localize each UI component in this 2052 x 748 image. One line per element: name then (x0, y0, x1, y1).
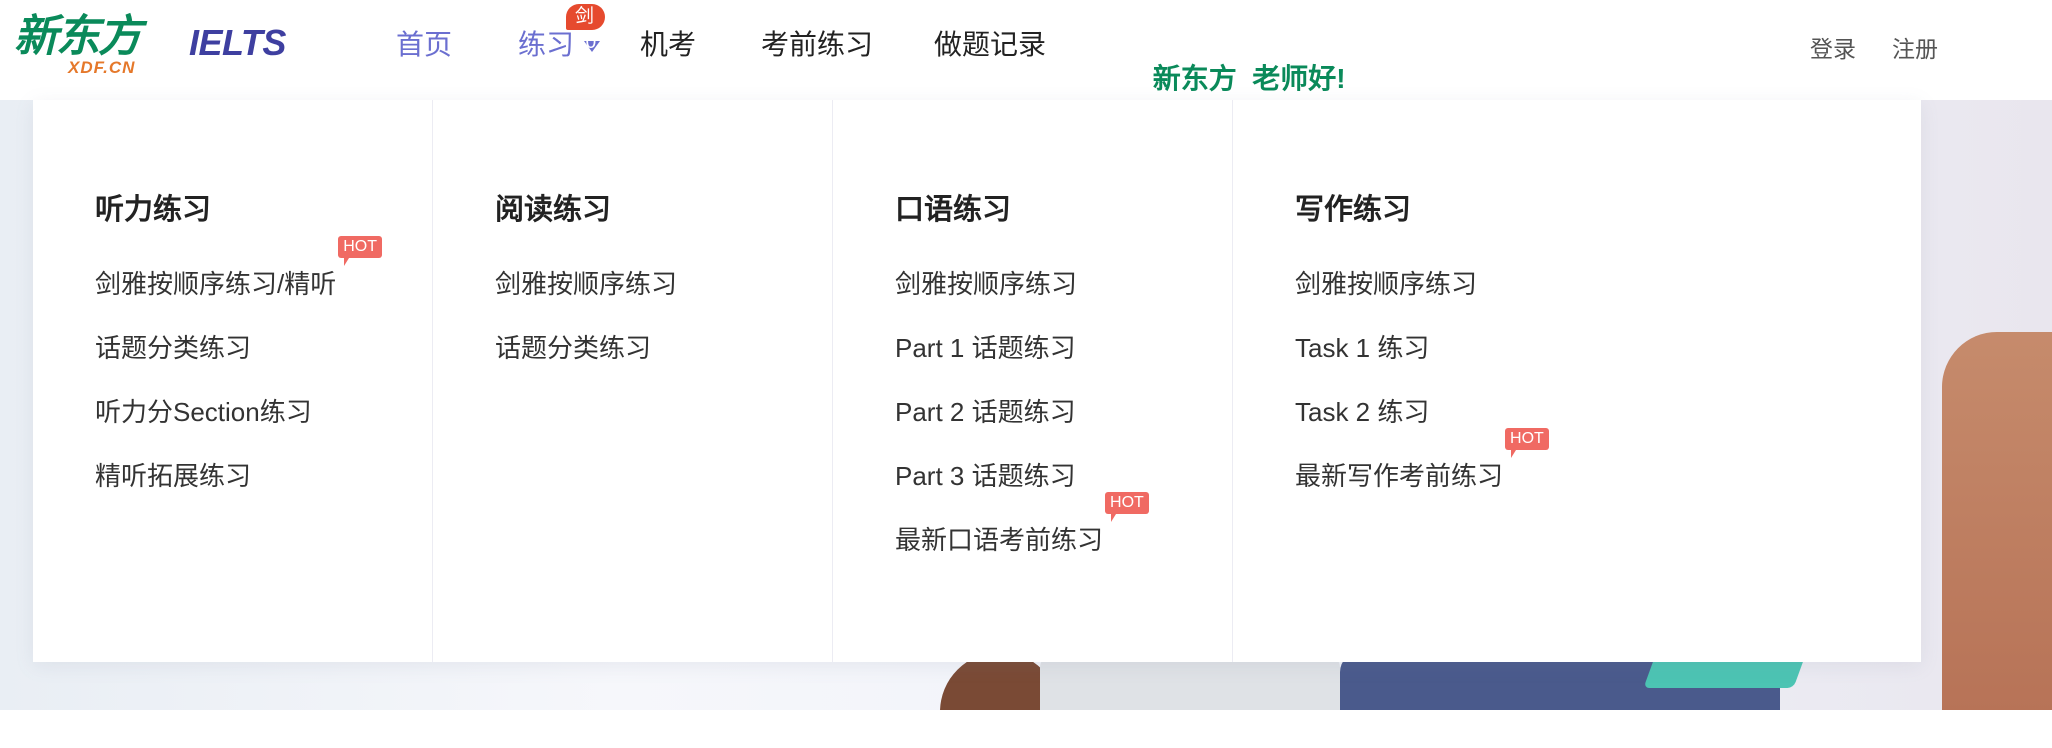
menu-item-label: 听力分Section练习 (95, 397, 312, 427)
menu-item-label: Part 2 话题练习 (895, 397, 1076, 427)
menu-item[interactable]: 话题分类练习 (95, 332, 336, 396)
menu-item-label: Task 2 练习 (1295, 397, 1430, 427)
menu-item-label: 话题分类练习 (95, 333, 252, 363)
xdf-logo[interactable]: 新东方 XDF.CN (14, 10, 174, 80)
listening-item-list: 剑雅按顺序练习/精听 HOT 话题分类练习 听力分Section练习 精听拓展练习 (95, 236, 383, 524)
menu-item[interactable]: 剑雅按顺序练习 (1295, 268, 1503, 332)
column-title-writing: 写作练习 (1295, 194, 1412, 226)
menu-item[interactable]: Part 2 话题练习 (895, 396, 1103, 460)
nav-pre-exam-practice-label: 考前练习 (761, 29, 874, 60)
banner-photo-arm (1942, 332, 2052, 710)
nav-practice-records[interactable]: 做题记录 (934, 28, 1046, 62)
nav-practice-records-label: 做题记录 (934, 29, 1047, 60)
menu-item-label: Part 1 话题练习 (895, 333, 1076, 363)
menu-item[interactable]: 听力分Section练习 (95, 396, 336, 460)
menu-item[interactable]: 精听拓展练习 (95, 460, 336, 524)
menu-item[interactable]: 最新口语考前练习 HOT (895, 492, 1149, 588)
menu-item[interactable]: Part 1 话题练习 (895, 332, 1103, 396)
menu-item[interactable]: 剑雅按顺序练习 (495, 268, 677, 332)
hot-badge: HOT (1505, 428, 1549, 458)
hot-badge: HOT (1105, 492, 1149, 522)
menu-item-label: 剑雅按顺序练习 (495, 269, 678, 299)
hot-badge: HOT (338, 236, 383, 266)
menu-item-label: 剑雅按顺序练习/精听 (95, 269, 337, 299)
menu-column-speaking: 口语练习 剑雅按顺序练习 Part 1 话题练习 Part 2 话题练习 Par… (833, 100, 1233, 662)
ielts-brand: IELTS (189, 22, 286, 63)
logo-text-en: XDF.CN (68, 58, 136, 77)
practice-dropdown-menu: 听力练习 剑雅按顺序练习/精听 HOT 话题分类练习 听力分Section练习 精… (33, 100, 1921, 662)
column-title-reading: 阅读练习 (495, 194, 612, 226)
nav-computer-test[interactable]: 机考 (640, 28, 696, 62)
column-title-listening: 听力练习 (95, 194, 212, 226)
nav-pre-exam-practice[interactable]: 考前练习 (761, 28, 873, 62)
menu-item-label: 话题分类练习 (495, 333, 652, 363)
column-title-speaking: 口语练习 (895, 194, 1012, 226)
menu-item-label: 最新口语考前练习 (895, 525, 1104, 555)
menu-item[interactable]: Part 3 话题练习 (895, 460, 1103, 524)
register-link[interactable]: 注册 (1892, 30, 1938, 64)
menu-item-label: 剑雅按顺序练习 (1295, 269, 1478, 299)
menu-column-reading: 阅读练习 剑雅按顺序练习 话题分类练习 (433, 100, 833, 662)
nav-computer-test-label: 机考 (640, 29, 697, 60)
menu-item-label: 精听拓展练习 (95, 461, 252, 491)
page-bottom-area (0, 710, 2052, 748)
logo-text-cn: 新东方 (14, 11, 142, 62)
menu-item-label: 剑雅按顺序练习 (895, 269, 1078, 299)
menu-item-label: Part 3 话题练习 (895, 461, 1076, 491)
reading-item-list: 剑雅按顺序练习 话题分类练习 (495, 268, 677, 396)
menu-item[interactable]: 话题分类练习 (495, 332, 677, 396)
menu-column-writing: 写作练习 剑雅按顺序练习 Task 1 练习 Task 2 练习 最新写作考前练… (1233, 100, 1921, 662)
nav-home[interactable]: 首页 (396, 28, 452, 62)
menu-item[interactable]: Task 2 练习 (1295, 396, 1503, 460)
speaking-item-list: 剑雅按顺序练习 Part 1 话题练习 Part 2 话题练习 Part 3 话… (895, 268, 1149, 588)
nav-home-label: 首页 (396, 29, 453, 60)
login-link[interactable]: 登录 (1810, 30, 1856, 64)
menu-item[interactable]: 最新写作考前练习 HOT (1295, 428, 1549, 524)
menu-item[interactable]: 剑雅按顺序练习/精听 HOT (95, 236, 383, 332)
nav-practice-label: 练习 (518, 29, 575, 60)
menu-item-label: Task 1 练习 (1295, 333, 1430, 363)
menu-column-listening: 听力练习 剑雅按顺序练习/精听 HOT 话题分类练习 听力分Section练习 精… (33, 100, 433, 662)
top-header: 新东方 XDF.CN IELTS 首页 练习 剑20 机考 考前练习 做题记录 … (0, 0, 2052, 100)
menu-item-label: 最新写作考前练习 (1295, 461, 1504, 491)
writing-item-list: 剑雅按顺序练习 Task 1 练习 Task 2 练习 最新写作考前练习 HOT (1295, 268, 1549, 524)
menu-item[interactable]: 剑雅按顺序练习 (895, 268, 1103, 332)
nav-practice-badge: 剑20 (566, 4, 606, 53)
nav-teacher-greeting-label: 新东方 老师好! (1152, 63, 1346, 94)
menu-item[interactable]: Task 1 练习 (1295, 332, 1503, 396)
